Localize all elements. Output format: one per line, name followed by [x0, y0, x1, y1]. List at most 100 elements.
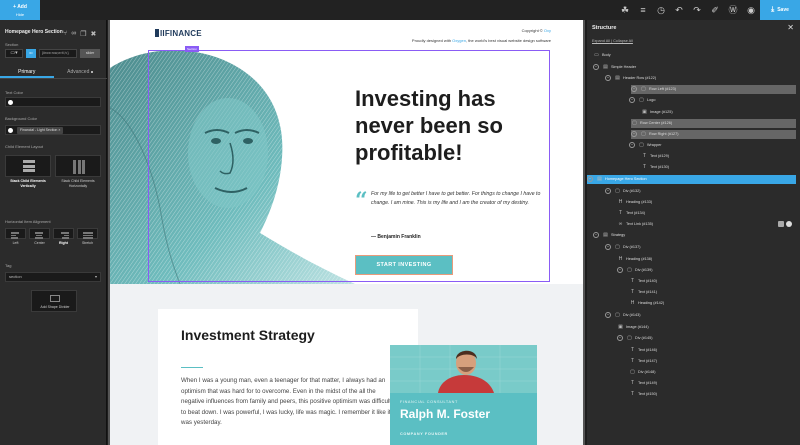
- structure-node[interactable]: T Text (#146): [629, 346, 796, 355]
- structure-node[interactable]: − ▢ Row Right (#127): [631, 130, 796, 139]
- bug-icon[interactable]: ☘: [620, 5, 630, 15]
- strategy-card[interactable]: Investment Strategy When I was a young m…: [158, 309, 418, 445]
- structure-node[interactable]: H Heading (#133): [617, 198, 796, 207]
- collapse-all-link[interactable]: Collapse All: [613, 39, 633, 43]
- menu-icon[interactable]: [778, 221, 784, 227]
- selector-input[interactable]: {#row:row,w:tt,h:}: [39, 49, 77, 58]
- share-icon[interactable]: ⑂: [63, 30, 67, 38]
- collapse-toggle-icon[interactable]: −: [617, 335, 623, 341]
- structure-node[interactable]: − ▢ Div (#132): [605, 187, 796, 196]
- structure-node[interactable]: − ▤ Strategy: [593, 231, 796, 240]
- collapse-toggle-icon[interactable]: −: [629, 142, 635, 148]
- layout-horizontal-option[interactable]: [55, 155, 101, 177]
- selection-tag: Section: [185, 46, 200, 52]
- trash-icon[interactable]: ✖: [90, 30, 96, 38]
- hero-headline[interactable]: Investing has never been so profitable!: [355, 85, 545, 166]
- structure-node[interactable]: ▢ Row Center (#126): [631, 119, 796, 128]
- structure-node[interactable]: H Heading (#138): [617, 255, 796, 264]
- collapse-toggle-icon[interactable]: −: [587, 176, 593, 182]
- hero-quote[interactable]: For my life to get better I have to get …: [371, 190, 551, 208]
- structure-node[interactable]: T Text (#149): [629, 379, 796, 388]
- add-shape-divider-button[interactable]: Add Shape Divider: [31, 290, 77, 312]
- toolbar-icons: ☘ ≡ ◷ ↶ ↷ ✐ Ⓦ ◉: [620, 3, 756, 17]
- history-icon[interactable]: ◷: [656, 5, 666, 15]
- consultant-card[interactable]: FINANCIAL CONSULTANT Ralph M. Foster COM…: [390, 345, 537, 445]
- device-select[interactable]: ▭▾: [5, 49, 23, 58]
- brush-icon[interactable]: ✐: [710, 5, 720, 15]
- delete-icon[interactable]: [786, 221, 792, 227]
- layout-vertical-option[interactable]: [5, 155, 51, 177]
- slug-badge[interactable]: slider: [80, 49, 100, 58]
- collapse-toggle-icon[interactable]: −: [593, 232, 599, 238]
- structure-node[interactable]: T Text (#150): [629, 390, 796, 399]
- structure-node[interactable]: ▢ Div (#148): [629, 368, 796, 377]
- collapse-toggle-icon[interactable]: −: [631, 131, 637, 137]
- duplicate-icon[interactable]: ❐: [80, 30, 86, 38]
- structure-node[interactable]: − ▢ Logo: [629, 96, 796, 105]
- collapse-toggle-icon[interactable]: −: [617, 267, 623, 273]
- structure-node[interactable]: − ▤ Header Row (#122): [605, 74, 796, 83]
- structure-node[interactable]: ▣ Image (#125): [641, 108, 796, 117]
- close-icon[interactable]: ✕: [787, 23, 794, 32]
- hide-label[interactable]: Hide: [0, 12, 40, 17]
- structure-node[interactable]: − ▢ Div (#143): [605, 311, 796, 320]
- undo-icon[interactable]: ↶: [674, 5, 684, 15]
- stack-icon[interactable]: ≡: [638, 5, 648, 15]
- add-button[interactable]: + Add Hide: [0, 0, 40, 20]
- collapse-toggle-icon[interactable]: −: [631, 86, 637, 92]
- structure-node[interactable]: T Text (#140): [629, 277, 796, 286]
- wordpress-icon[interactable]: Ⓦ: [728, 5, 738, 15]
- align-left-option[interactable]: [5, 228, 26, 239]
- structure-node[interactable]: ▭ Body: [593, 51, 796, 60]
- expand-all-link[interactable]: Expand All: [592, 39, 610, 43]
- align-center-option[interactable]: [29, 228, 50, 239]
- text-icon: T: [630, 278, 635, 284]
- link-icon[interactable]: ∞: [71, 30, 76, 38]
- structure-node[interactable]: H Heading (#142): [629, 299, 796, 308]
- structure-node[interactable]: T Text (#129): [641, 152, 796, 161]
- site-logo[interactable]: IIFINANCE: [155, 29, 202, 38]
- collapse-toggle-icon[interactable]: −: [605, 75, 611, 81]
- heading-icon: H: [618, 199, 623, 205]
- eye-icon[interactable]: ◉: [746, 5, 756, 15]
- color-swatch[interactable]: [8, 100, 13, 105]
- align-right-option[interactable]: [53, 228, 74, 239]
- structure-node[interactable]: − ▤ Simple Header: [593, 63, 796, 72]
- text-color-field[interactable]: [5, 97, 101, 107]
- structure-node[interactable]: ∞ Text Link (#135): [617, 220, 796, 229]
- save-button[interactable]: ⤓ Save: [760, 0, 800, 20]
- structure-node[interactable]: T Text (#141): [629, 288, 796, 297]
- body-icon: ▭: [594, 52, 599, 58]
- structure-node[interactable]: T Text (#134): [617, 209, 796, 218]
- collapse-toggle-icon[interactable]: −: [605, 244, 611, 250]
- structure-node-label: Image (#144): [626, 325, 649, 329]
- collapse-toggle-icon[interactable]: −: [605, 188, 611, 194]
- structure-node[interactable]: − ▢ Row Left (#123): [631, 85, 796, 94]
- structure-node[interactable]: − ▤ Homepage Hero Section: [587, 175, 796, 184]
- color-swatch[interactable]: [8, 128, 13, 133]
- structure-node[interactable]: − ▢ Div (#137): [605, 243, 796, 252]
- strategy-text[interactable]: When I was a young man, even a teenager …: [181, 376, 396, 429]
- tab-advanced[interactable]: Advanced: [54, 66, 108, 78]
- structure-node[interactable]: − ▢ Div (#145): [617, 334, 796, 343]
- align-stretch-option[interactable]: [77, 228, 98, 239]
- quote-author[interactable]: — Benjamin Franklin: [371, 234, 421, 240]
- structure-node[interactable]: T Text (#147): [629, 357, 796, 366]
- start-investing-button[interactable]: START INVESTING: [355, 255, 453, 275]
- structure-node[interactable]: − ▢ Div (#139): [617, 266, 796, 275]
- strategy-title[interactable]: Investment Strategy: [181, 327, 321, 344]
- structure-node[interactable]: T Text (#130): [641, 163, 796, 172]
- collapse-toggle-icon[interactable]: −: [593, 64, 599, 70]
- tag-select[interactable]: section ▾: [5, 272, 101, 282]
- oxygen-link[interactable]: Oxygen: [452, 38, 466, 43]
- collapse-toggle-icon[interactable]: −: [629, 97, 635, 103]
- global-color-chip[interactable]: Financial - Light Section ×: [17, 127, 64, 134]
- tab-primary[interactable]: Primary: [0, 66, 54, 78]
- id-badge[interactable]: ID: [26, 49, 36, 58]
- collapse-toggle-icon[interactable]: −: [605, 312, 611, 318]
- structure-node[interactable]: − ▢ Wrapper: [629, 141, 796, 150]
- structure-node[interactable]: ▣ Image (#144): [617, 323, 796, 332]
- hero-section[interactable]: Section Investing has never been so prof…: [110, 46, 583, 284]
- redo-icon[interactable]: ↷: [692, 5, 702, 15]
- bg-color-field[interactable]: Financial - Light Section ×: [5, 125, 101, 135]
